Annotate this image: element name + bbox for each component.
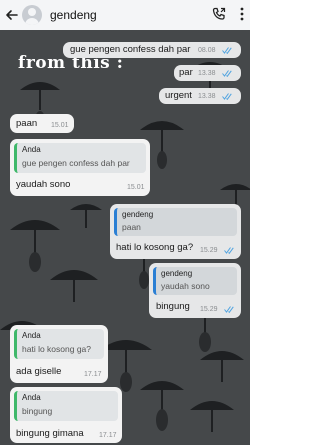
message-text: gue pengen confess dah par	[70, 44, 191, 55]
quoted-message[interactable]: Anda gue pengen confess dah par	[14, 143, 146, 173]
quoted-message[interactable]: gendeng yaudah sono	[153, 267, 237, 295]
message-text: par	[179, 67, 193, 78]
message-text: hati lo kosong ga?	[116, 242, 194, 253]
quoted-sender: gendeng	[161, 269, 193, 278]
message-text: bingung gimana	[16, 428, 84, 439]
quoted-text: yaudah sono	[161, 281, 210, 291]
message-time: 08.08	[198, 47, 216, 54]
message-bubble-outgoing[interactable]: gendeng paan hati lo kosong ga? 15.29	[110, 204, 241, 259]
message-text: urgent	[165, 90, 192, 101]
message-bubble-incoming[interactable]: Anda gue pengen confess dah par yaudah s…	[10, 139, 150, 196]
read-receipt-icon	[222, 93, 232, 100]
message-text: yaudah sono	[16, 179, 71, 190]
message-bubble-outgoing[interactable]: urgent 13.38	[159, 88, 241, 104]
contact-avatar[interactable]	[22, 5, 42, 25]
message-text: paan	[16, 118, 38, 129]
message-bubble-outgoing[interactable]: gendeng yaudah sono bingung 15.29	[149, 263, 241, 318]
read-receipt-icon	[222, 47, 232, 54]
message-time: 13.38	[198, 70, 216, 77]
quoted-message[interactable]: Anda bingung	[14, 391, 118, 421]
more-vertical-icon[interactable]	[240, 7, 244, 21]
message-bubble-outgoing[interactable]: gue pengen confess dah par 08.08	[63, 42, 241, 58]
read-receipt-icon	[224, 247, 234, 254]
message-time: 13.38	[198, 93, 216, 100]
quoted-text: gue pengen confess dah par	[22, 158, 130, 168]
quoted-sender: Anda	[22, 393, 41, 402]
message-bubble-incoming[interactable]: Anda bingung bingung gimana 17.17	[10, 387, 122, 443]
quoted-message[interactable]: gendeng paan	[114, 208, 237, 236]
phone-call-icon[interactable]	[212, 7, 226, 21]
message-time: 15.29	[200, 247, 218, 254]
chat-area[interactable]: from this : gue pengen confess dah par 0…	[0, 30, 250, 445]
quoted-sender: Anda	[22, 145, 41, 154]
read-receipt-icon	[222, 70, 232, 77]
message-text: bingung	[156, 301, 190, 312]
quoted-text: hati lo kosong ga?	[22, 344, 91, 354]
message-text: ada giselle	[16, 366, 62, 377]
quoted-sender: Anda	[22, 331, 41, 340]
quoted-sender: gendeng	[122, 210, 154, 219]
message-time: 15.29	[200, 306, 218, 313]
chat-header: gendeng	[0, 0, 250, 30]
message-time: 15.01	[51, 122, 69, 129]
message-bubble-incoming[interactable]: paan 15.01	[10, 114, 74, 133]
message-time: 15.01	[127, 184, 145, 191]
message-time: 17.17	[84, 371, 102, 378]
message-bubble-outgoing[interactable]: par 13.38	[174, 65, 241, 81]
arrow-left-icon[interactable]	[4, 7, 20, 23]
contact-name[interactable]: gendeng	[50, 8, 97, 22]
message-time: 17.17	[99, 432, 117, 439]
read-receipt-icon	[224, 306, 234, 313]
quoted-text: paan	[122, 222, 141, 232]
message-bubble-incoming[interactable]: Anda hati lo kosong ga? ada giselle 17.1…	[10, 325, 108, 383]
quoted-message[interactable]: Anda hati lo kosong ga?	[14, 329, 104, 359]
quoted-text: bingung	[22, 406, 53, 416]
